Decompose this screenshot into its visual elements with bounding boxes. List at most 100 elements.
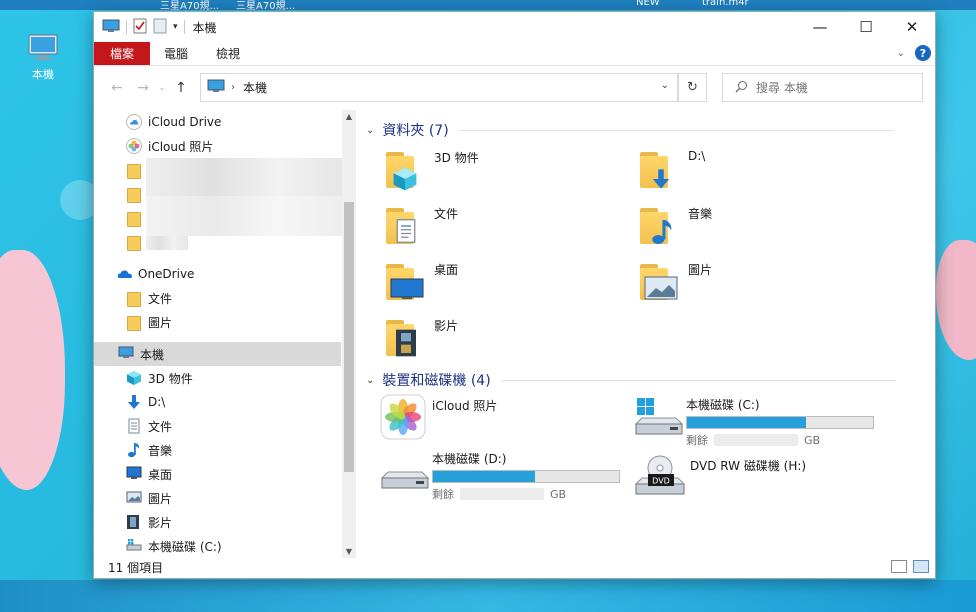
device-tile-c-drive[interactable]: 本機磁碟 (C:) 剩餘 GB bbox=[634, 396, 874, 448]
desktop-folder-icon bbox=[382, 258, 430, 306]
separator bbox=[183, 20, 185, 34]
up-arrow-icon[interactable]: ↑ bbox=[168, 80, 194, 96]
nav-item-c-drive[interactable]: 本機磁碟 (C:) bbox=[126, 534, 356, 558]
desktop-file-label: train.m4r bbox=[702, 0, 749, 8]
scroll-up-icon[interactable]: ▲ bbox=[342, 112, 356, 121]
redacted-region bbox=[146, 196, 342, 236]
new-folder-icon[interactable] bbox=[153, 18, 167, 37]
drive-icon bbox=[380, 450, 430, 496]
nav-item-onedrive[interactable]: OneDrive bbox=[116, 262, 356, 286]
storage-usage-fill bbox=[433, 471, 536, 482]
expand-ribbon-icon[interactable]: ⌄ bbox=[897, 48, 905, 59]
chevron-down-icon[interactable]: ▾ bbox=[173, 22, 178, 32]
desktop-icon-label: 本機 bbox=[32, 68, 54, 81]
nav-item-label: 本機 bbox=[140, 347, 165, 362]
nav-item-label: D:\ bbox=[148, 395, 166, 409]
search-input[interactable] bbox=[756, 80, 906, 95]
collapse-chevron-icon[interactable]: ⌄ bbox=[366, 125, 374, 136]
folder-tile-pictures[interactable]: 圖片 bbox=[636, 258, 712, 306]
desktop-icon-this-pc[interactable]: 本機 bbox=[20, 34, 66, 82]
folder-tile-music[interactable]: 音樂 bbox=[636, 202, 712, 250]
folder-tile-documents[interactable]: 文件 bbox=[382, 202, 458, 250]
breadcrumb[interactable]: 本機 bbox=[243, 79, 267, 96]
film-icon bbox=[126, 514, 142, 530]
nav-item-documents[interactable]: 文件 bbox=[126, 414, 356, 438]
status-bar: 11 個項目 bbox=[94, 556, 935, 578]
nav-item-videos[interactable]: 影片 bbox=[126, 510, 356, 534]
breadcrumb-chevron-icon[interactable]: › bbox=[231, 82, 235, 93]
address-bar[interactable]: › 本機 ⌄ bbox=[200, 73, 678, 102]
item-count: 11 個項目 bbox=[108, 560, 164, 575]
refresh-button[interactable]: ↻ bbox=[678, 73, 707, 102]
refresh-icon: ↻ bbox=[687, 80, 698, 95]
search-box[interactable] bbox=[722, 73, 923, 102]
nav-item-icloud-drive[interactable]: iCloud Drive ✦ bbox=[126, 110, 356, 134]
document-icon bbox=[126, 418, 142, 434]
nav-item-3d-objects[interactable]: 3D 物件 bbox=[126, 366, 356, 390]
folder-tile-videos[interactable]: 影片 bbox=[382, 314, 458, 362]
tab-view[interactable]: 檢視 bbox=[202, 42, 254, 65]
document-folder-icon bbox=[382, 202, 430, 250]
device-tile-icloud-photos[interactable]: iCloud 照片 bbox=[380, 394, 497, 442]
device-tile-dvd-drive[interactable]: DVD DVD RW 磁碟機 (H:) bbox=[634, 454, 806, 502]
storage-usage-fill bbox=[687, 417, 807, 428]
redacted-region bbox=[146, 236, 188, 250]
back-arrow-icon[interactable]: ← bbox=[104, 80, 130, 96]
nav-item-onedrive-documents[interactable]: 文件 bbox=[126, 286, 356, 310]
folder-tile-3d-objects[interactable]: 3D 物件 bbox=[382, 146, 479, 194]
free-prefix: 剩餘 bbox=[432, 488, 454, 501]
group-header-folders[interactable]: ⌄ 資料夾 (7) bbox=[366, 120, 894, 140]
chevron-down-icon[interactable]: ⌄ bbox=[661, 80, 669, 91]
nav-item-music[interactable]: 音樂 bbox=[126, 438, 356, 462]
recent-chevron-icon[interactable]: ⌄ bbox=[156, 83, 168, 93]
group-header-devices[interactable]: ⌄ 裝置和磁碟機 (4) bbox=[366, 370, 896, 390]
nav-item-desktop[interactable]: 桌面 bbox=[126, 462, 356, 486]
content-pane: ⌄ 資料夾 (7) 3D 物件 D:\ 文件 音樂 桌面 圖片 影片 ⌄ 裝置和… bbox=[364, 110, 934, 558]
drive-icon bbox=[126, 538, 142, 554]
nav-item-icloud-photos[interactable]: iCloud 照片 ✦ bbox=[126, 134, 356, 158]
photos-icon bbox=[126, 138, 142, 154]
nav-item-label: 本機磁碟 (C:) bbox=[148, 539, 222, 554]
device-tile-d-drive[interactable]: 本機磁碟 (D:) 剩餘 GB bbox=[380, 450, 620, 502]
tab-file[interactable]: 檔案 bbox=[94, 42, 150, 65]
divider bbox=[458, 129, 894, 131]
wallpaper-shape bbox=[936, 240, 976, 360]
scrollbar-thumb[interactable] bbox=[344, 202, 354, 472]
divider bbox=[500, 379, 896, 381]
close-button[interactable]: ✕ bbox=[889, 12, 935, 42]
maximize-button[interactable]: ☐ bbox=[843, 12, 889, 42]
separator bbox=[126, 20, 127, 34]
group-title: 裝置和磁碟機 (4) bbox=[382, 373, 491, 389]
nav-item-this-pc[interactable]: 本機 bbox=[94, 342, 341, 366]
window-title: 本機 bbox=[192, 20, 217, 35]
icloud-photos-icon bbox=[380, 394, 428, 442]
video-folder-icon bbox=[382, 314, 430, 362]
collapse-chevron-icon[interactable]: ⌄ bbox=[366, 375, 374, 386]
nav-item-onedrive-pictures[interactable]: 圖片 bbox=[126, 310, 356, 334]
file-explorer-window[interactable]: ▾ 本機 — ☐ ✕ 檔案 電腦 檢視 ⌄ ? ← → ⌄ ↑ › 本機 ⌄ ↻… bbox=[93, 11, 936, 579]
large-icons-view-icon[interactable] bbox=[913, 560, 929, 573]
desktop-file-label: NEW bbox=[636, 0, 660, 8]
music-folder-icon bbox=[636, 202, 684, 250]
nav-scrollbar[interactable]: ▲ ▼ bbox=[342, 110, 356, 558]
minimize-button[interactable]: — bbox=[797, 12, 843, 42]
scroll-down-icon[interactable]: ▼ bbox=[342, 547, 356, 556]
folder-icon bbox=[126, 162, 142, 179]
nav-item-label: 影片 bbox=[148, 515, 173, 530]
details-view-icon[interactable] bbox=[891, 560, 907, 573]
folder-tile-desktop[interactable]: 桌面 bbox=[382, 258, 458, 306]
drive-label: 本機磁碟 (D:) bbox=[432, 452, 507, 466]
storage-usage-bar bbox=[432, 470, 620, 483]
desktop-icon bbox=[126, 466, 142, 482]
nav-item-d-drive[interactable]: D:\ bbox=[126, 390, 356, 414]
folder-tile-d-drive[interactable]: D:\ bbox=[636, 146, 705, 194]
folder-label: 音樂 bbox=[688, 207, 713, 221]
free-space-text: 剩餘 GB bbox=[686, 432, 874, 448]
title-bar[interactable]: ▾ 本機 — ☐ ✕ bbox=[94, 12, 935, 42]
nav-item-pictures[interactable]: 圖片 bbox=[126, 486, 356, 510]
help-icon[interactable]: ? bbox=[915, 45, 931, 61]
tab-computer[interactable]: 電腦 bbox=[150, 42, 202, 65]
forward-arrow-icon[interactable]: → bbox=[130, 80, 156, 96]
properties-icon[interactable] bbox=[133, 18, 147, 37]
address-row: ← → ⌄ ↑ › 本機 ⌄ ↻ bbox=[94, 66, 935, 110]
